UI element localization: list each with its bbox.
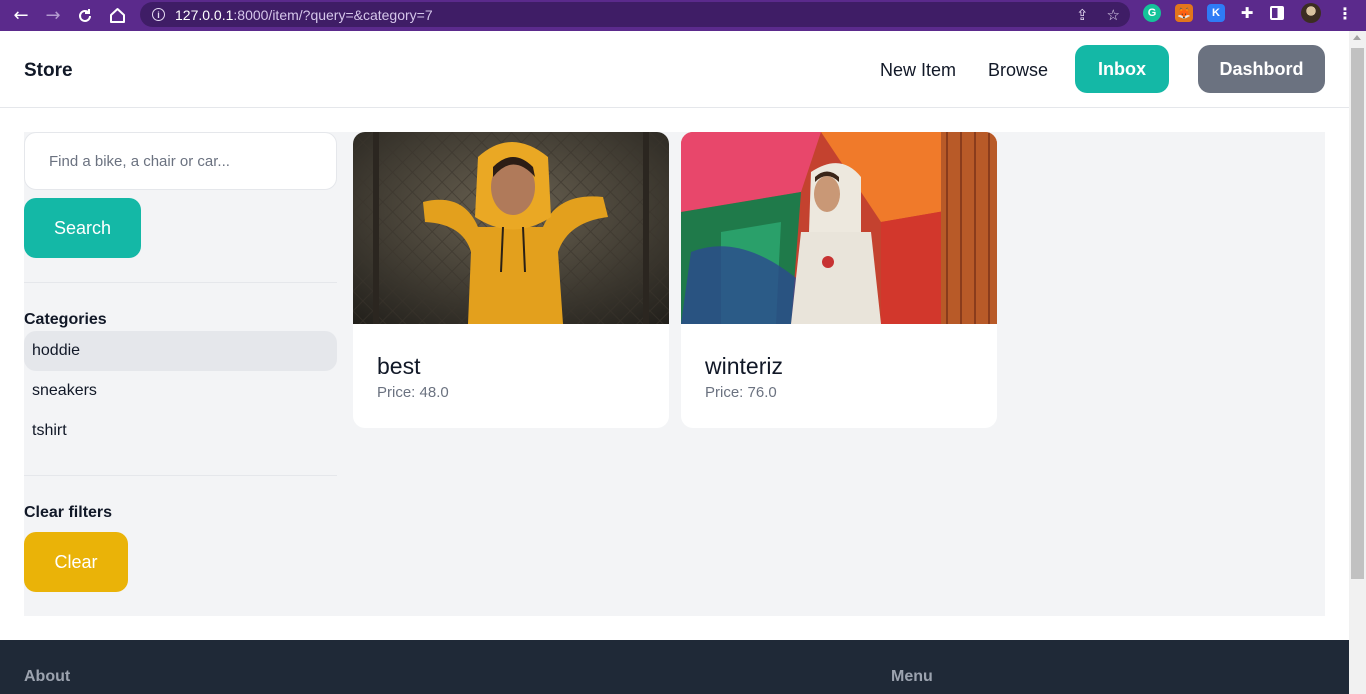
kebab-menu-icon[interactable]: ⋮: [1336, 4, 1354, 23]
metamask-icon[interactable]: 🦊: [1175, 4, 1193, 22]
category-item-tshirt[interactable]: tshirt: [24, 411, 337, 451]
url-host: 127.0.0.1: [175, 6, 234, 23]
url-path: :8000/item/?query=&category=7: [233, 6, 433, 23]
back-arrow-icon[interactable]: ←: [5, 0, 37, 31]
reload-icon[interactable]: [69, 0, 101, 31]
new-item-link[interactable]: New Item: [880, 60, 956, 81]
site-footer: About Menu: [0, 640, 1349, 694]
puzzle-icon[interactable]: ✚: [1238, 4, 1256, 22]
address-bar[interactable]: i 127.0.0.1:8000/item/?query=&category=7…: [140, 2, 1130, 27]
grammarly-icon[interactable]: G: [1143, 4, 1161, 22]
divider: [24, 475, 337, 476]
side-panel-icon[interactable]: [1270, 6, 1284, 20]
clear-button[interactable]: Clear: [24, 532, 128, 592]
footer-menu-heading: Menu: [891, 668, 933, 685]
item-title: best: [377, 353, 421, 379]
forward-arrow-icon[interactable]: →: [37, 0, 69, 31]
browse-link[interactable]: Browse: [988, 60, 1048, 81]
clear-filters-heading: Clear filters: [24, 504, 113, 521]
category-item-sneakers[interactable]: sneakers: [24, 371, 337, 411]
footer-about-heading: About: [24, 668, 71, 685]
share-icon[interactable]: ⇪: [1076, 6, 1089, 24]
inbox-button[interactable]: Inbox: [1075, 45, 1169, 93]
categories-heading: Categories: [24, 311, 107, 328]
site-info-icon[interactable]: i: [152, 8, 165, 21]
page-scrollbar[interactable]: [1349, 31, 1366, 694]
search-button[interactable]: Search: [24, 198, 141, 258]
profile-avatar[interactable]: [1301, 3, 1321, 23]
bookmark-star-icon[interactable]: ☆: [1107, 6, 1120, 24]
category-item-hoddie[interactable]: hoddie: [24, 331, 337, 371]
dashboard-button[interactable]: Dashbord: [1198, 45, 1325, 93]
divider: [24, 282, 337, 283]
item-price: Price: 48.0: [377, 384, 449, 401]
scrollbar-thumb[interactable]: [1351, 48, 1364, 579]
search-input[interactable]: [24, 132, 337, 190]
item-image: [681, 132, 997, 324]
item-image: [353, 132, 669, 324]
browser-toolbar: ← → i 127.0.0.1:8000/item/?query=&catego…: [0, 0, 1366, 31]
brand-link[interactable]: Store: [24, 60, 73, 82]
browse-panel: Search Categories hoddie sneakers tshirt…: [24, 132, 1325, 616]
home-icon[interactable]: [101, 0, 133, 31]
item-title: winteriz: [705, 353, 783, 379]
item-card[interactable]: winteriz Price: 76.0: [681, 132, 997, 428]
site-navbar: Store New Item Browse Inbox Dashbord: [0, 31, 1349, 108]
item-price: Price: 76.0: [705, 384, 777, 401]
k-extension-icon[interactable]: K: [1207, 4, 1225, 22]
scroll-up-arrow-icon[interactable]: [1353, 35, 1361, 40]
item-card[interactable]: best Price: 48.0: [353, 132, 669, 428]
